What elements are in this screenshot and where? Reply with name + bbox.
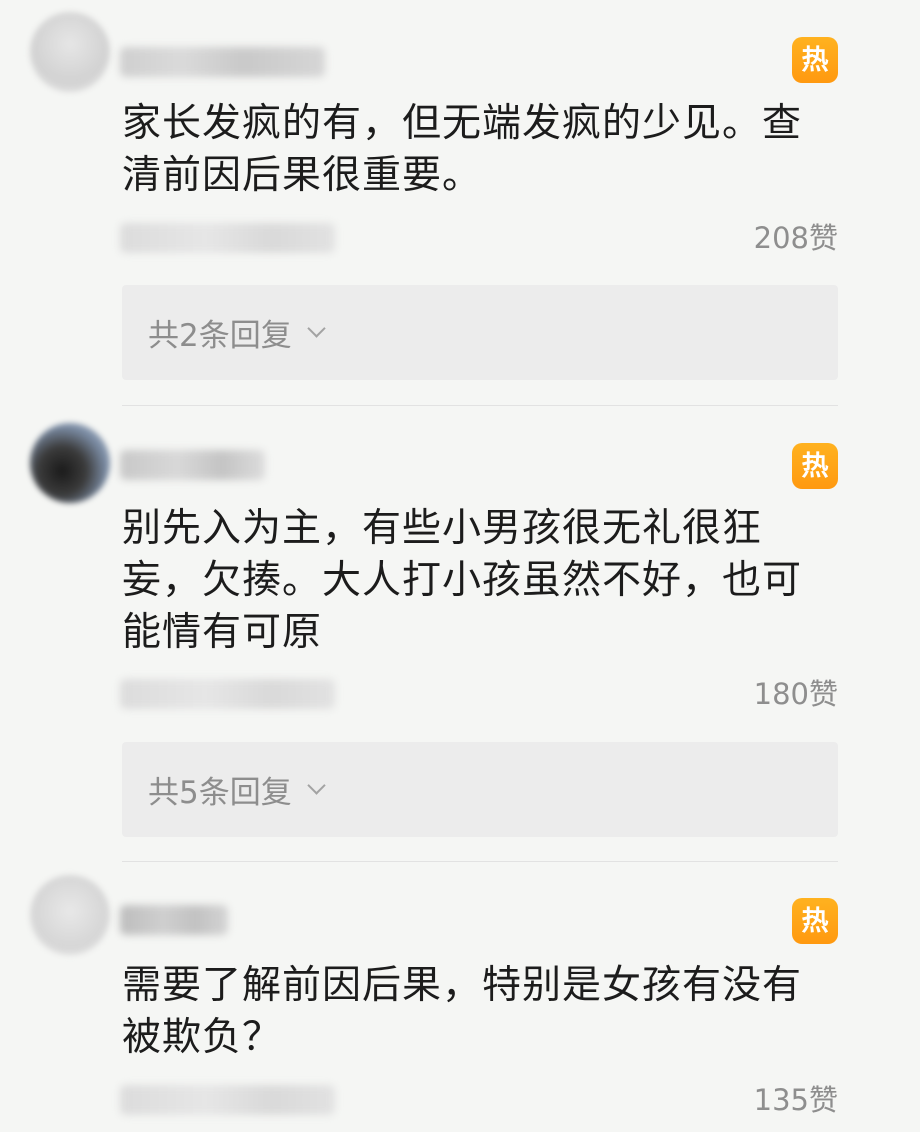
avatar[interactable] bbox=[30, 423, 110, 503]
comment-text: 别先入为主，有些小男孩很无礼很狂妄，欠揍。大人打小孩虽然不好，也可能情有可原 bbox=[122, 506, 803, 655]
like-count[interactable]: 180赞 bbox=[754, 676, 838, 712]
like-count[interactable]: 135赞 bbox=[754, 1082, 838, 1118]
replies-button[interactable]: 共2条回复 bbox=[122, 285, 838, 380]
username[interactable] bbox=[120, 450, 265, 480]
hot-badge-label: 热 bbox=[801, 905, 829, 937]
divider bbox=[122, 405, 838, 406]
hot-badge: 热 bbox=[792, 898, 838, 944]
chevron-down-icon bbox=[307, 319, 326, 338]
replies-label: 共5条回复 bbox=[148, 775, 292, 811]
comment-list: 热 家长发疯的有，但无端发疯的少见。查清前因后果很重要。 208赞 共2条回复 … bbox=[0, 0, 920, 1132]
username[interactable] bbox=[120, 905, 228, 935]
comment-text: 需要了解前因后果，特别是女孩有没有被欺负？ bbox=[122, 963, 803, 1060]
chevron-down-icon bbox=[307, 776, 326, 795]
hot-badge: 热 bbox=[792, 37, 838, 83]
replies-label: 共2条回复 bbox=[148, 318, 292, 354]
like-count[interactable]: 208赞 bbox=[754, 220, 838, 256]
comment-text: 家长发疯的有，但无端发疯的少见。查清前因后果很重要。 bbox=[122, 101, 803, 198]
username[interactable] bbox=[120, 47, 325, 77]
hot-badge-label: 热 bbox=[801, 44, 829, 76]
comment-meta bbox=[120, 679, 335, 709]
hot-badge: 热 bbox=[792, 443, 838, 489]
replies-button[interactable]: 共5条回复 bbox=[122, 742, 838, 837]
comment-meta bbox=[120, 1085, 335, 1115]
avatar[interactable] bbox=[30, 12, 110, 92]
divider bbox=[122, 861, 838, 862]
hot-badge-label: 热 bbox=[801, 450, 829, 482]
comment-meta bbox=[120, 223, 335, 253]
avatar[interactable] bbox=[30, 875, 110, 955]
